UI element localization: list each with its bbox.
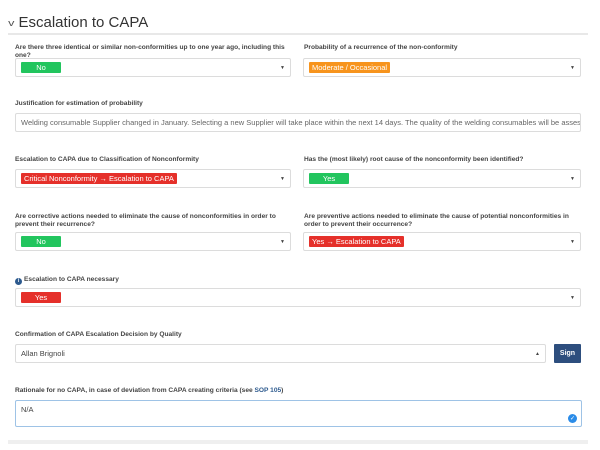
- sop-link[interactable]: SOP 105: [255, 387, 282, 394]
- corrective-select[interactable]: No ▼: [15, 232, 291, 251]
- confirmation-value: Allan Brignoli: [21, 349, 65, 358]
- rationale-value: N/A: [21, 405, 34, 414]
- preventive-select[interactable]: Yes → Escalation to CAPA ▼: [303, 232, 581, 251]
- root-cause-select[interactable]: Yes ▼: [303, 169, 581, 188]
- classification-select[interactable]: Critical Nonconformity → Escalation to C…: [15, 169, 291, 188]
- dropdown-arrow-icon: ▼: [570, 175, 575, 182]
- check-icon: ✓: [568, 414, 577, 423]
- rationale-label-prefix: Rationale for no CAPA, in case of deviat…: [15, 387, 255, 394]
- confirmation-select[interactable]: Allan Brignoli ▲: [15, 344, 546, 363]
- root-cause-label: Has the (most likely) root cause of the …: [304, 156, 524, 163]
- identical-nc-select[interactable]: No ▼: [15, 58, 291, 77]
- dropdown-arrow-icon: ▼: [570, 238, 575, 245]
- probability-label: Probability of a recurrence of the non-c…: [304, 44, 458, 51]
- rationale-textarea[interactable]: N/A ✓: [15, 400, 582, 427]
- classification-value: Critical Nonconformity → Escalation to C…: [21, 173, 177, 184]
- chevron-down-icon: v: [8, 17, 15, 28]
- info-icon[interactable]: i: [15, 278, 22, 285]
- necessary-value: Yes: [21, 292, 61, 303]
- preventive-value: Yes → Escalation to CAPA: [309, 236, 404, 247]
- dropdown-arrow-icon: ▼: [570, 294, 575, 301]
- divider: [8, 33, 588, 35]
- root-cause-value: Yes: [309, 173, 349, 184]
- dropdown-up-arrow-icon: ▲: [535, 350, 540, 357]
- necessary-label-text: Escalation to CAPA necessary: [24, 276, 119, 283]
- rationale-label: Rationale for no CAPA, in case of deviat…: [15, 387, 283, 395]
- confirmation-label: Confirmation of CAPA Escalation Decision…: [15, 331, 182, 338]
- probability-select[interactable]: Moderate / Occasional ▼: [303, 58, 581, 77]
- probability-value: Moderate / Occasional: [309, 62, 391, 73]
- dropdown-arrow-icon: ▼: [280, 238, 285, 245]
- preventive-label: Are preventive actions needed to elimina…: [304, 213, 569, 228]
- necessary-select[interactable]: Yes ▼: [15, 288, 581, 307]
- dropdown-arrow-icon: ▼: [570, 64, 575, 71]
- justification-input[interactable]: Welding consumable Supplier changed in J…: [15, 113, 581, 132]
- section-header[interactable]: v Escalation to CAPA: [8, 14, 149, 31]
- dropdown-arrow-icon: ▼: [280, 175, 285, 182]
- bottom-divider: [8, 440, 588, 444]
- dropdown-arrow-icon: ▼: [280, 64, 285, 71]
- justification-label: Justification for estimation of probabil…: [15, 100, 143, 107]
- identical-nc-value: No: [21, 62, 61, 73]
- necessary-label: i Escalation to CAPA necessary: [15, 276, 119, 285]
- corrective-value: No: [21, 236, 61, 247]
- corrective-label: Are corrective actions needed to elimina…: [15, 213, 276, 228]
- classification-label: Escalation to CAPA due to Classification…: [15, 156, 199, 163]
- rationale-label-suffix: ): [281, 387, 284, 394]
- sign-button[interactable]: Sign: [554, 344, 581, 363]
- section-title: Escalation to CAPA: [18, 14, 149, 31]
